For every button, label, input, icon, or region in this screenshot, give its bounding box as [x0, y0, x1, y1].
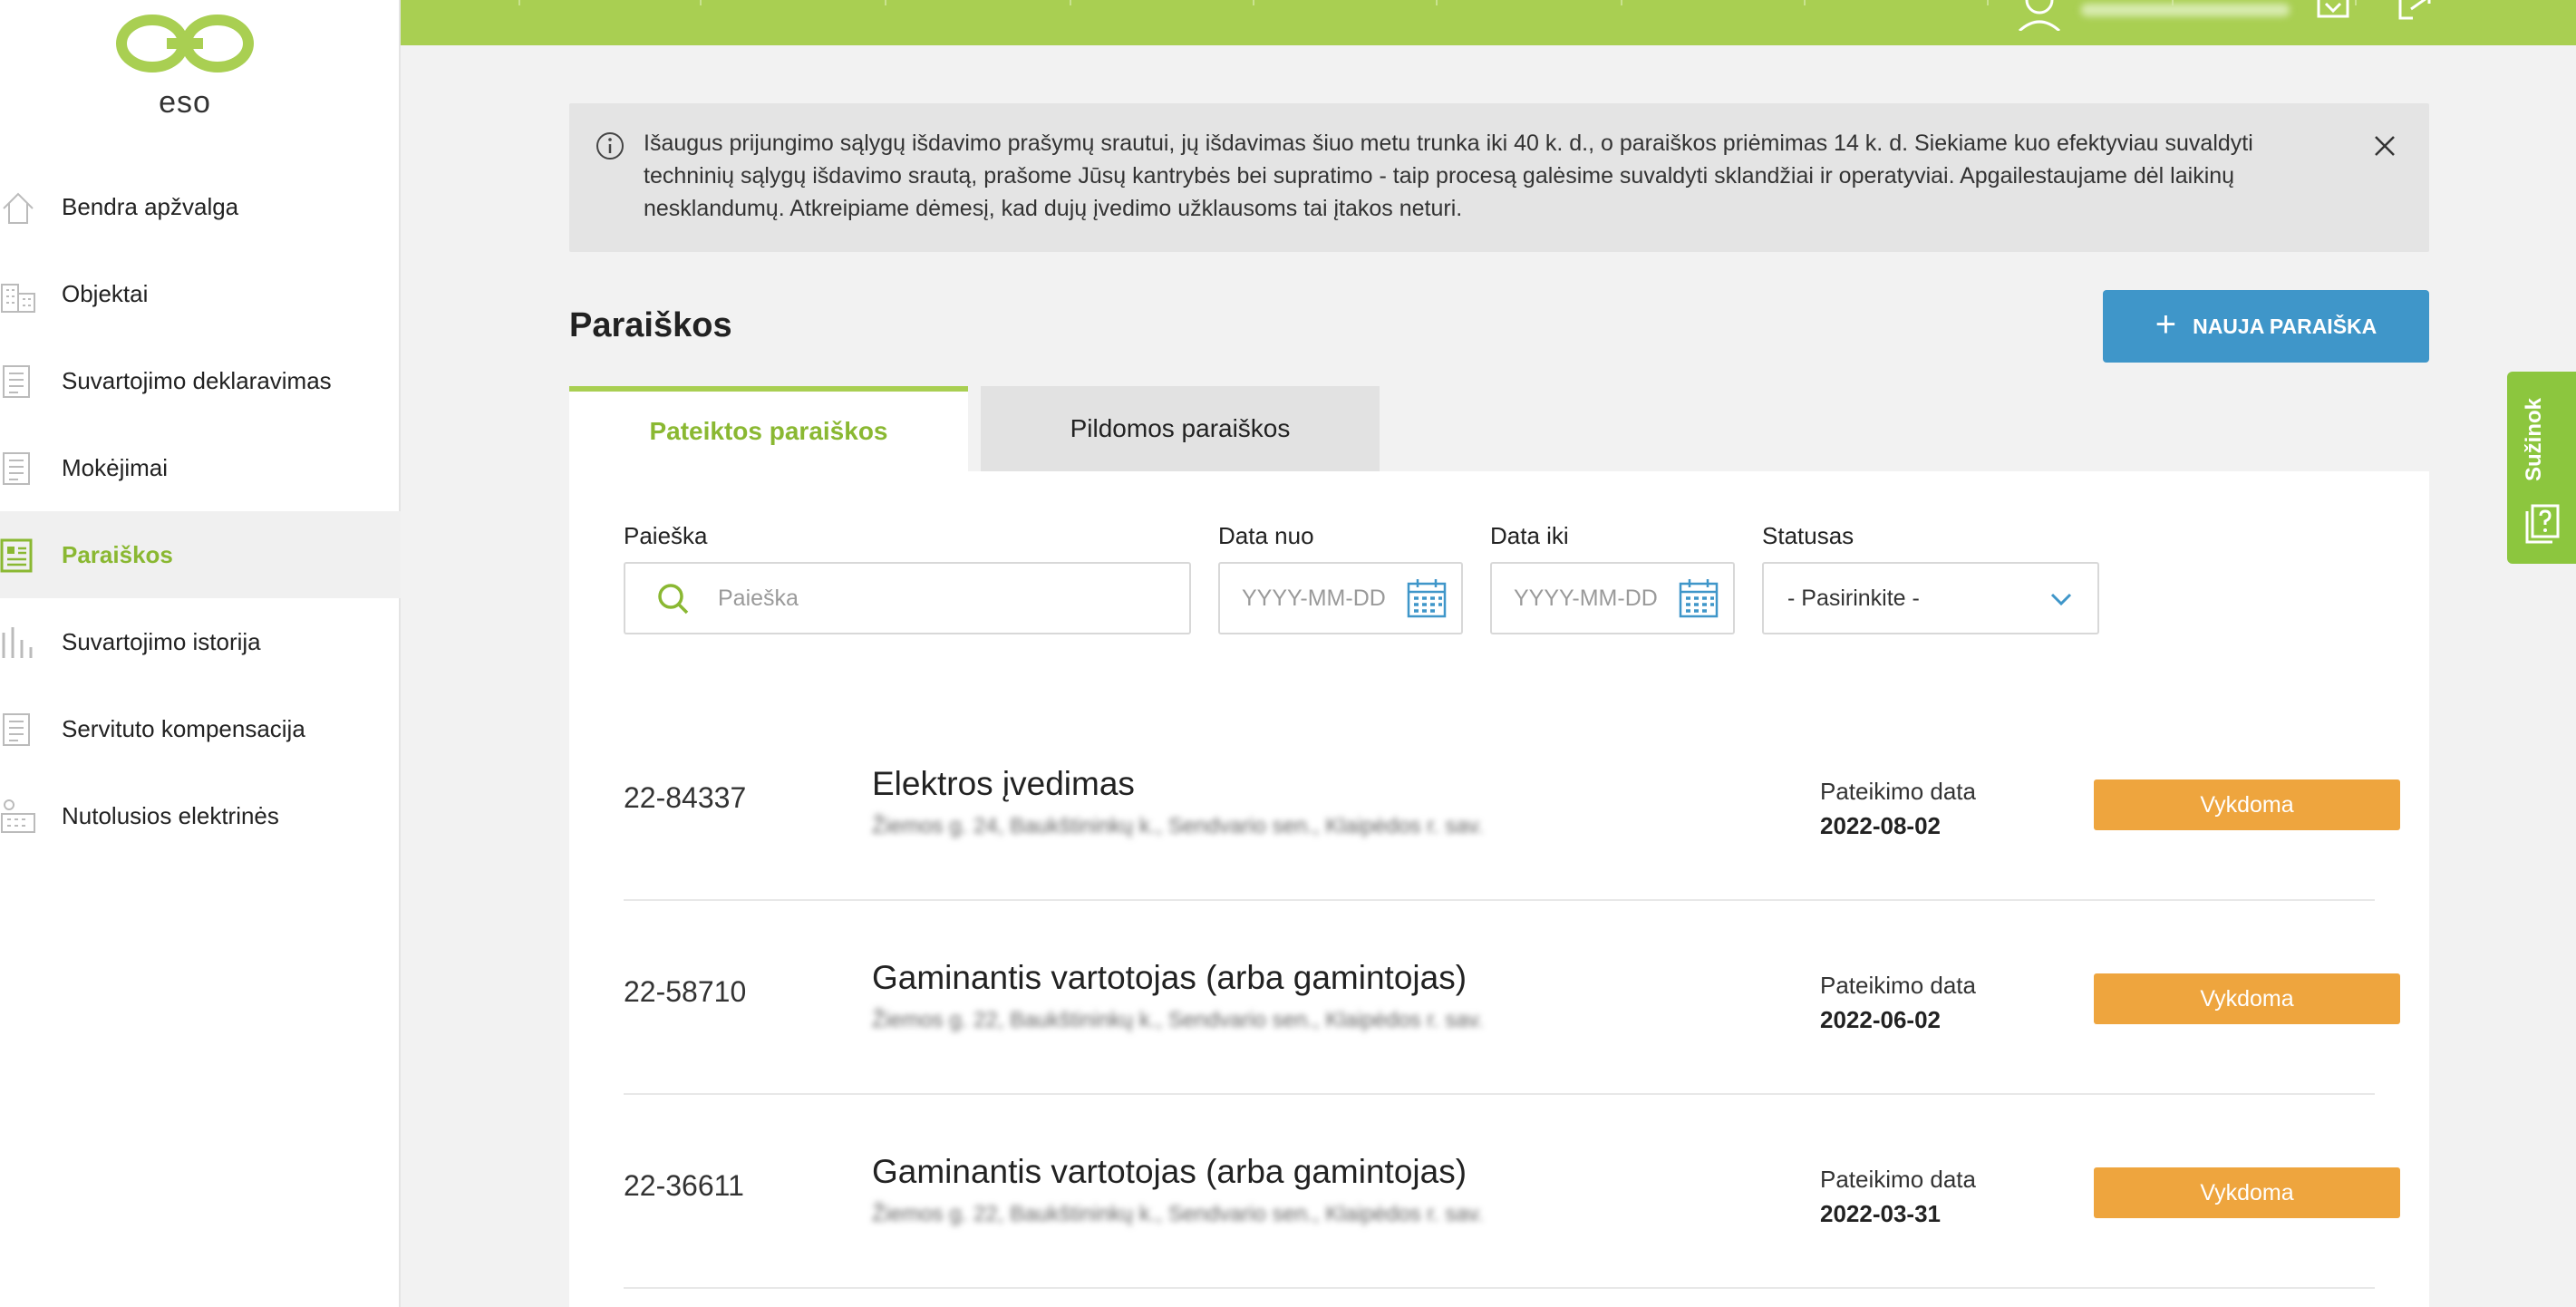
table-row[interactable]: 22-84337 Elektros įvedimas Žiemos g. 24,…: [624, 707, 2400, 901]
submission-date-label: Pateikimo data: [1820, 778, 1976, 805]
page-title: Paraiškos: [569, 306, 732, 344]
status-label: Statusas: [1762, 522, 1855, 549]
top-bar-separator: [885, 0, 886, 5]
submission-date-label: Pateikimo data: [1820, 1166, 1976, 1193]
top-bar-separator: [1987, 0, 1989, 5]
tab-label: Pildomos paraiškos: [1070, 414, 1291, 442]
eso-logo-icon: [116, 15, 254, 73]
close-icon[interactable]: [2371, 132, 2398, 160]
sidebar-item-servitude-compensation[interactable]: Servituto kompensacija: [0, 685, 401, 772]
calendar-icon[interactable]: [1679, 578, 1719, 618]
bar-chart-icon: [2, 627, 33, 658]
search-field[interactable]: [624, 562, 1191, 634]
sidebar-item-label: Paraiškos: [62, 540, 173, 568]
sidebar-item-label: Objektai: [62, 279, 149, 307]
table-row[interactable]: 22-58710 Gaminantis vartotojas (arba gam…: [624, 901, 2400, 1095]
feedback-side-tab[interactable]: Sužinok: [2507, 372, 2576, 564]
application-type[interactable]: Elektros įvedimas: [872, 765, 1135, 803]
document-icon: [3, 452, 30, 485]
banner-text: Išaugus prijungimo sąlygų išdavimo prašy…: [644, 131, 2253, 221]
sidebar-item-label: Servituto kompensacija: [62, 714, 305, 742]
submission-date: 2022-08-02: [1820, 812, 1941, 839]
date-from-input[interactable]: [1240, 564, 1403, 633]
chevron-down-icon: [2050, 593, 2072, 606]
application-address: Žiemos g. 24, Baukštininkų k., Sendvario…: [872, 814, 1484, 838]
application-type[interactable]: Gaminantis vartotojas (arba gamintojas): [872, 959, 1467, 997]
sidebar-item-applications[interactable]: Paraiškos: [0, 511, 401, 598]
top-bar-separator: [1436, 0, 1438, 5]
status-select[interactable]: - Pasirinkite -: [1762, 562, 2099, 634]
tab-submitted-applications[interactable]: Pateiktos paraiškos: [569, 386, 968, 471]
search-input[interactable]: [716, 564, 1169, 633]
application-id: 22-58710: [624, 975, 747, 1008]
buildings-icon: [1, 284, 35, 313]
sidebar: eso Bendra apžvalga Objektai Suvartojimo…: [0, 0, 401, 1307]
user-avatar-icon[interactable]: [2016, 0, 2063, 31]
sidebar-item-label: Suvartojimo deklaravimas: [62, 366, 332, 394]
sidebar-item-label: Nutolusios elektrinės: [62, 801, 279, 829]
sidebar-nav: Bendra apžvalga Objektai Suvartojimo dek…: [0, 163, 401, 859]
feedback-label: Sužinok: [2522, 398, 2546, 482]
status-select-value: - Pasirinkite -: [1787, 586, 1920, 611]
sidebar-item-label: Mokėjimai: [62, 453, 169, 481]
date-to-input[interactable]: [1512, 564, 1675, 633]
top-bar-separator: [700, 0, 702, 5]
info-banner: Išaugus prijungimo sąlygų išdavimo prašy…: [569, 103, 2429, 252]
top-bar-separator: [1253, 0, 1254, 5]
top-bar-separator: [1621, 0, 1622, 5]
sidebar-item-objects[interactable]: Objektai: [0, 250, 401, 337]
submission-date: 2022-06-02: [1820, 1006, 1941, 1033]
user-name-redacted: [2081, 4, 2290, 16]
inbox-icon[interactable]: [2315, 0, 2351, 22]
application-address: Žiemos g. 22, Baukštininkų k., Sendvario…: [872, 1008, 1484, 1032]
sidebar-item-overview[interactable]: Bendra apžvalga: [0, 163, 401, 250]
calendar-icon[interactable]: [1407, 578, 1447, 618]
top-bar-separator: [1804, 0, 1806, 5]
date-from-label: Data nuo: [1218, 522, 1314, 549]
document-icon: [3, 365, 30, 398]
new-application-button[interactable]: + NAUJA PARAIŠKA: [2103, 290, 2429, 363]
top-bar-separator: [1070, 0, 1071, 5]
sidebar-item-consumption-declaration[interactable]: Suvartojimo deklaravimas: [0, 337, 401, 424]
sidebar-item-label: Bendra apžvalga: [62, 192, 239, 220]
home-icon: [3, 192, 34, 224]
help-book-icon: [2525, 504, 2560, 544]
date-from-field[interactable]: [1218, 562, 1463, 634]
power-plant-icon: [1, 799, 35, 833]
status-badge: Vykdoma: [2094, 973, 2400, 1024]
sidebar-item-consumption-history[interactable]: Suvartojimo istorija: [0, 598, 401, 685]
status-badge: Vykdoma: [2094, 779, 2400, 830]
top-bar-separator: [2355, 0, 2357, 5]
tab-draft-applications[interactable]: Pildomos paraiškos: [981, 386, 1380, 471]
application-id: 22-36611: [624, 1169, 744, 1202]
date-to-label: Data iki: [1490, 522, 1569, 549]
tab-label: Pateiktos paraiškos: [649, 417, 888, 445]
application-type[interactable]: Gaminantis vartotojas (arba gamintojas): [872, 1153, 1467, 1191]
logout-icon[interactable]: [2395, 0, 2435, 22]
top-bar-separator: [518, 0, 520, 5]
eso-logo[interactable]: eso: [112, 9, 257, 120]
applications-panel: Paieška Data nuo Data iki Statusas - Pas…: [569, 471, 2429, 1307]
document-icon: [3, 713, 30, 746]
application-address: Žiemos g. 22, Baukštininkų k., Sendvario…: [872, 1202, 1484, 1226]
sidebar-item-payments[interactable]: Mokėjimai: [0, 424, 401, 511]
application-icon: [0, 538, 33, 573]
search-icon: [658, 584, 689, 615]
search-label: Paieška: [624, 522, 708, 549]
application-id: 22-84337: [624, 781, 747, 814]
logo-text: eso: [159, 85, 211, 120]
date-to-field[interactable]: [1490, 562, 1735, 634]
info-icon: [596, 132, 624, 160]
table-row[interactable]: 22-36611 Gaminantis vartotojas (arba gam…: [624, 1095, 2400, 1289]
status-badge: Vykdoma: [2094, 1167, 2400, 1218]
sidebar-item-label: Suvartojimo istorija: [62, 627, 261, 655]
submission-date-label: Pateikimo data: [1820, 972, 1976, 999]
plus-icon: +: [2155, 305, 2177, 344]
submission-date: 2022-03-31: [1820, 1200, 1941, 1227]
top-bar: [401, 0, 2576, 45]
sidebar-item-remote-power-plants[interactable]: Nutolusios elektrinės: [0, 772, 401, 859]
new-application-label: NAUJA PARAIŠKA: [2193, 314, 2377, 338]
